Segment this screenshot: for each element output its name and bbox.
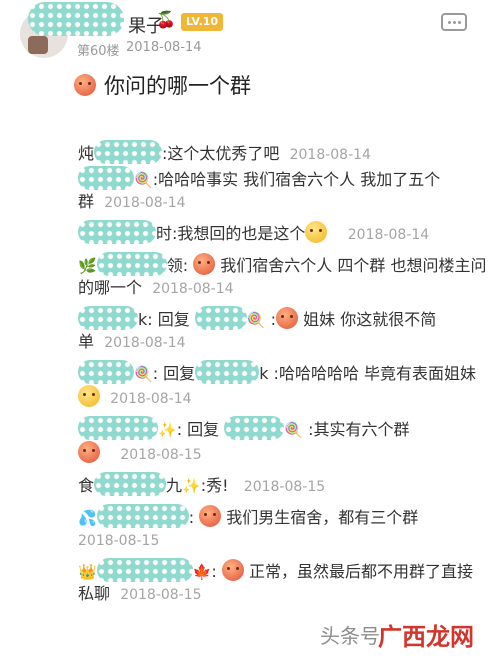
post-content: 你问的哪一个群 [74, 70, 251, 100]
username-redacted [94, 472, 167, 496]
reply-item[interactable]: 🍭:哈哈哈事实 我们宿舍六个人 我加了五个群 2018-08-14 [78, 166, 488, 214]
username-redacted [194, 306, 247, 330]
username-redacted [28, 2, 124, 36]
smile-emoji-icon [276, 307, 299, 329]
cherry-icon: 🍒 [156, 10, 176, 29]
maple-leaf-icon: 🍁 [192, 563, 212, 581]
leaf-icon: 🌿 [78, 257, 97, 275]
username-redacted [195, 360, 260, 384]
reply-item[interactable]: 🍭: 回复 k :哈哈哈哈哈 毕竟有表面姐妹 2018-08-14 [78, 360, 488, 410]
smile-emoji-icon [199, 505, 222, 527]
more-options-icon[interactable] [441, 13, 467, 31]
reply-user[interactable]: 炖 [78, 144, 94, 163]
menu-dot [453, 21, 456, 24]
smile-emoji-icon [74, 74, 96, 96]
username-redacted [96, 504, 189, 528]
reply-item[interactable]: 👑 🍁: 正常，虽然最后都不用群了直接私聊 2018-08-15 [78, 558, 488, 606]
reply-text: :秀! [200, 476, 229, 495]
reply-time: 2018-08-15 [78, 533, 160, 549]
smile-emoji-icon [78, 441, 100, 463]
smile-emoji-icon [221, 559, 244, 581]
reply-time: 2018-08-14 [104, 195, 186, 211]
watermark-brand: 广西龙网 [378, 623, 474, 651]
reply-item[interactable]: k: 回复 🍭 : 姐妹 你这就很不简单 2018-08-14 [78, 306, 488, 354]
reply-text: 我们男生宿舍，都有三个群 [226, 508, 419, 527]
reply-to-label: 回复 [157, 310, 190, 329]
level-badge: LV.10 [181, 13, 224, 31]
menu-dot [458, 21, 461, 24]
username-redacted [94, 140, 163, 164]
reply-text: :我想回的也是这个 [172, 224, 306, 243]
reply-time: 2018-08-15 [120, 447, 202, 463]
avatar-figure [28, 36, 48, 54]
username-redacted [78, 306, 138, 330]
post-date: 2018-08-14 [126, 40, 202, 55]
reply-item[interactable]: ✨: 回复 🍭 :其实有六个群 2018-08-15 [78, 416, 488, 466]
post-text: 你问的哪一个群 [104, 74, 251, 98]
username-redacted [78, 220, 156, 244]
reply-text: :这个太优秀了吧 [162, 144, 280, 163]
lollipop-icon: 🍭 [134, 171, 153, 189]
lollipop-icon: 🍭 [246, 311, 266, 329]
reply-time: 2018-08-14 [347, 227, 430, 243]
reply-item[interactable]: 时:我想回的也是这个 2018-08-14 [78, 220, 488, 246]
reply-time: 2018-08-14 [110, 391, 192, 407]
smile-emoji-icon [305, 221, 328, 243]
reply-user[interactable]: k [138, 310, 147, 329]
reply-user[interactable]: 食 [78, 476, 94, 495]
watermark-text: 头条号 [320, 624, 380, 648]
reply-to-label: 回复 [163, 364, 196, 383]
reply-time: 2018-08-14 [152, 281, 234, 297]
username-redacted [78, 166, 134, 190]
username-redacted [96, 558, 193, 582]
reply-text: :其实有六个群 [308, 420, 410, 439]
reply-time: 2018-08-15 [243, 479, 326, 495]
lollipop-icon: 🍭 [134, 365, 153, 383]
reply-time: 2018-08-14 [289, 147, 371, 163]
reply-item[interactable]: 💦: 我们男生宿舍，都有三个群 2018-08-15 [78, 504, 488, 552]
reply-time: 2018-08-14 [104, 335, 186, 351]
floor-number: 第60楼 [77, 44, 120, 59]
smile-emoji-icon [193, 253, 216, 275]
crown-icon: 👑 [78, 563, 97, 581]
reply-user[interactable]: 九 [166, 476, 182, 495]
reply-item[interactable]: 炖 :这个太优秀了吧 2018-08-14 [78, 140, 488, 164]
reply-list: 炖 :这个太优秀了吧 2018-08-14 🍭:哈哈哈事实 我们宿舍六个人 我加了… [78, 140, 488, 606]
droplet-icon: 💦 [78, 509, 97, 527]
reply-user[interactable]: 时 [156, 224, 172, 243]
menu-dot [448, 21, 451, 24]
reply-text: :哈哈哈哈哈 毕竟有表面姐妹 [273, 364, 477, 383]
sparkle-icon: ✨ [182, 477, 201, 495]
reply-to-user[interactable]: k [259, 364, 268, 383]
username-redacted [96, 252, 167, 276]
reply-time: 2018-08-15 [120, 587, 202, 603]
post-header: 果子 🍒 LV.10 第60楼 2018-08-14 [0, 0, 500, 60]
username-redacted [78, 416, 158, 440]
reply-item[interactable]: 食 九✨:秀! 2018-08-15 [78, 472, 488, 498]
reply-to-label: 回复 [187, 420, 220, 439]
smile-emoji-icon [78, 385, 100, 407]
username-redacted [224, 416, 285, 440]
username-redacted [78, 360, 134, 384]
reply-item[interactable]: 🌿 领: 我们宿舍六个人 四个群 也想问楼主问的哪一个 2018-08-14 [78, 252, 488, 300]
reply-user[interactable]: 领 [167, 256, 183, 275]
lollipop-icon: 🍭 [284, 421, 303, 439]
sparkle-icon: ✨ [158, 421, 177, 439]
